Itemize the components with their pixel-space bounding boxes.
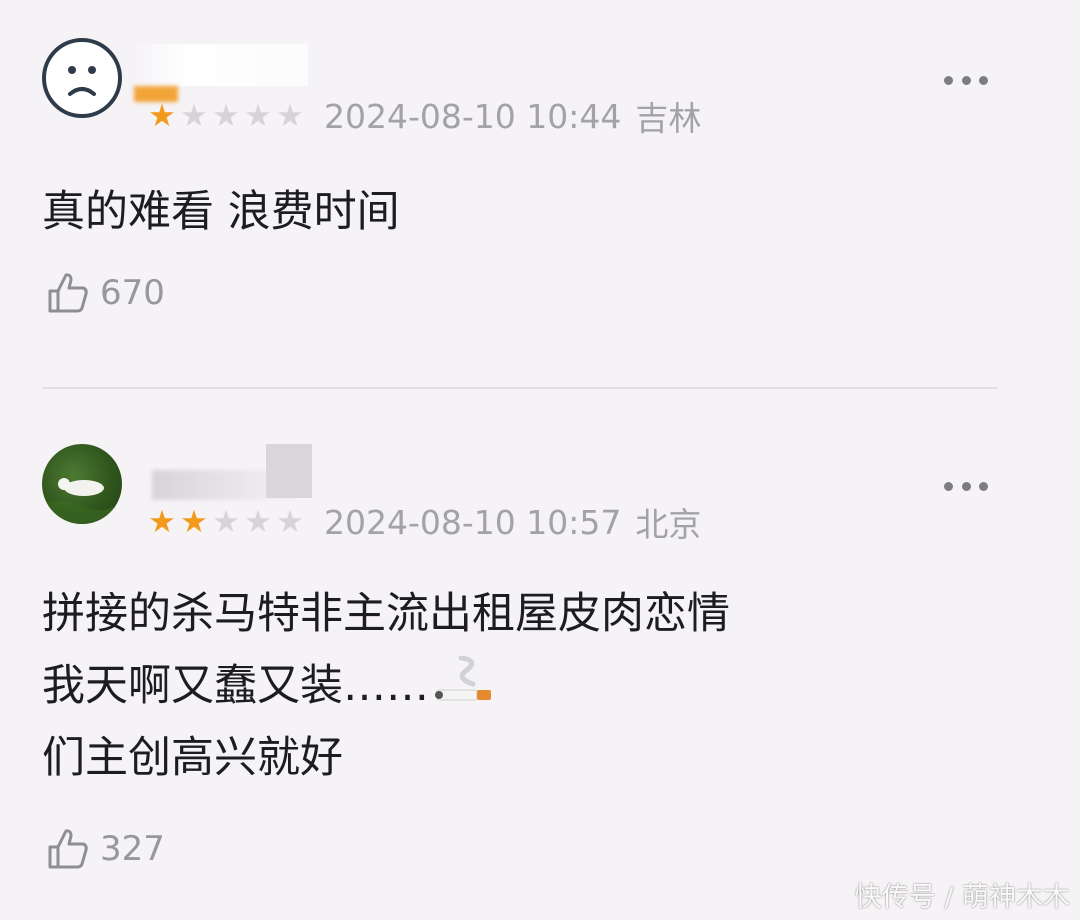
- comment-meta: ★ ★ ★ ★ ★ 2024-08-10 10:57 北京: [146, 502, 701, 545]
- thumbs-up-outline-icon: [48, 273, 88, 313]
- dot: [961, 481, 971, 491]
- star-empty-icon: ★: [212, 503, 240, 540]
- comment-text: 真的难看 浪费时间: [42, 176, 1002, 248]
- cigarette-emoji: [435, 656, 491, 701]
- avatar-sad-face[interactable]: [42, 38, 122, 118]
- more-dots-icon[interactable]: [944, 73, 988, 87]
- thumbs-up-outline-icon: [48, 829, 88, 869]
- dot: [944, 75, 953, 85]
- comment-location: 北京: [635, 505, 702, 544]
- like-count: 327: [100, 829, 165, 869]
- comment-meta: ★ ★ ★ ★ ★ 2024-08-10 10:44 吉林: [146, 96, 701, 139]
- username-redacted-mark: [266, 444, 312, 498]
- sad-face-icon: [68, 66, 96, 96]
- star-empty-icon: ★: [244, 97, 272, 134]
- watermark: 快传号 / 萌神木木: [854, 882, 1070, 913]
- dot: [961, 75, 971, 85]
- star-filled-icon: ★: [180, 503, 208, 540]
- star-empty-icon: ★: [244, 503, 272, 540]
- rating-stars: ★ ★ ★ ★ ★: [146, 97, 306, 134]
- like-button[interactable]: 327: [44, 824, 165, 874]
- star-empty-icon: ★: [276, 97, 304, 134]
- like-button[interactable]: 670: [44, 268, 165, 318]
- divider: [42, 387, 998, 389]
- like-count: 670: [100, 273, 165, 313]
- rating-stars: ★ ★ ★ ★ ★: [146, 503, 306, 540]
- comment-datetime: 2024-08-10 10:44: [324, 96, 622, 136]
- more-dots-icon[interactable]: [944, 479, 988, 493]
- comment-text: 拼接的杀马特非主流出租屋皮肉恋情 我天啊又蠢又装…… 们主创高兴就好: [42, 578, 1002, 794]
- star-empty-icon: ★: [212, 97, 240, 134]
- comment-line: 真的难看 浪费时间: [42, 187, 400, 237]
- comment-line: 我天啊又蠢又装……: [42, 650, 1002, 722]
- avatar-cat-photo[interactable]: [42, 444, 122, 524]
- star-filled-icon: ★: [148, 503, 176, 540]
- white-cat-on-grass-photo: [42, 478, 122, 524]
- star-filled-icon: ★: [148, 97, 176, 134]
- comment-line: 拼接的杀马特非主流出租屋皮肉恋情: [42, 589, 730, 639]
- comment-line: 们主创高兴就好: [42, 733, 343, 783]
- dot: [979, 75, 988, 85]
- comment-feed: ★ ★ ★ ★ ★ 2024-08-10 10:44 吉林 真的难看 浪费时间 670: [0, 0, 1080, 920]
- dot: [944, 481, 953, 491]
- star-empty-icon: ★: [180, 97, 208, 134]
- dot: [979, 481, 988, 491]
- username-redacted: [132, 44, 308, 86]
- comment-location: 吉林: [635, 99, 702, 138]
- comment-line-text: 我天啊又蠢又装……: [42, 661, 429, 711]
- star-empty-icon: ★: [276, 503, 304, 540]
- comment-datetime: 2024-08-10 10:57: [324, 502, 622, 542]
